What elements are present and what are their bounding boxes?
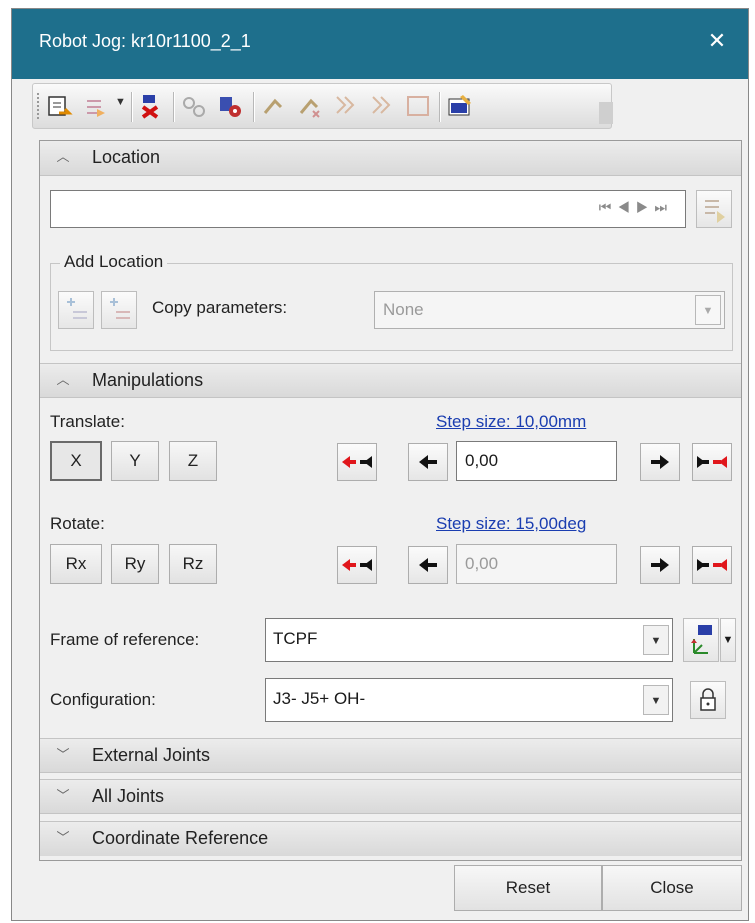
rotate-value: 0,00 [465, 554, 499, 573]
frame-of-reference-value: TCPF [273, 629, 318, 648]
rotate-step-negative-button[interactable] [408, 546, 448, 584]
arrow-left-icon [419, 558, 437, 572]
marker-icon [259, 91, 289, 121]
teach-location-icon[interactable] [81, 91, 111, 121]
translate-jog-positive-button[interactable] [692, 443, 732, 481]
main-panel: ︿ Location ⏮◀▶⏭ Add Location Copy parame… [39, 140, 742, 861]
all-joints-section-header[interactable]: ﹀ All Joints [40, 779, 741, 814]
arrow-right-icon [651, 455, 669, 469]
prev-location-icon[interactable]: ◀ [617, 199, 636, 215]
double-arrow-right-icon [697, 559, 727, 571]
copy-parameters-value: None [383, 300, 424, 319]
rotate-label: Rotate: [50, 514, 105, 533]
next-location-icon[interactable]: ▶ [636, 199, 655, 215]
coordinate-reference-label: Coordinate Reference [92, 828, 269, 848]
double-arrow-left-icon [342, 559, 372, 571]
translate-y-button[interactable]: Y [111, 441, 159, 481]
double-arrow-left-icon [342, 456, 372, 468]
reset-button[interactable]: Reset [454, 865, 602, 911]
frame-of-reference-select[interactable]: TCPF ▼ [265, 618, 673, 662]
add-location-icon[interactable] [45, 91, 75, 121]
close-button[interactable]: Close [602, 865, 742, 911]
rotate-step-size-link[interactable]: Step size: 15,00deg [436, 514, 586, 534]
chevron-down-icon[interactable]: ▼ [643, 625, 669, 655]
frame-of-reference-label: Frame of reference: [50, 630, 200, 649]
toolbar-grip[interactable] [37, 93, 42, 119]
marker-delete-icon [295, 91, 325, 121]
close-icon[interactable]: ✕ [700, 24, 734, 58]
configuration-label: Configuration: [50, 690, 156, 709]
location-action-icon [696, 190, 732, 228]
manipulations-section-header[interactable]: ︿ Manipulations [40, 363, 741, 398]
chevron-down-icon: ▼ [695, 295, 721, 325]
manipulations-header-label: Manipulations [92, 370, 204, 390]
lock-icon[interactable] [690, 681, 726, 719]
location-header-label: Location [92, 147, 161, 167]
translate-step-negative-button[interactable] [408, 443, 448, 481]
location-field[interactable]: ⏮◀▶⏭ [50, 190, 686, 228]
window-title: Robot Jog: kr10r1100_2_1 [39, 31, 251, 51]
translate-jog-negative-button[interactable] [337, 443, 377, 481]
add-location-after-icon [101, 291, 137, 329]
translate-step-positive-button[interactable] [640, 443, 680, 481]
last-location-icon[interactable]: ⏭ [654, 199, 673, 215]
chevron-down-icon[interactable]: ﹀ [54, 829, 72, 847]
frame-picker-dropdown-icon[interactable]: ▼ [720, 618, 736, 662]
translate-x-button[interactable]: X [50, 441, 102, 481]
all-joints-label: All Joints [92, 786, 165, 806]
title-bar: Robot Jog: kr10r1100_2_1 ✕ [12, 9, 748, 79]
rotate-ry-button[interactable]: Ry [111, 544, 159, 584]
arrow-left-icon [419, 455, 437, 469]
robot-gear-icon[interactable] [215, 91, 245, 121]
teach-dropdown-icon[interactable]: ▼ [115, 96, 126, 108]
translate-z-button[interactable]: Z [169, 441, 217, 481]
toolbar: ▼ [32, 83, 613, 129]
path-delete-icon [367, 91, 397, 121]
chevron-down-icon[interactable]: ﹀ [54, 746, 72, 764]
path-icon [331, 91, 361, 121]
frame-picker-icon[interactable] [683, 618, 719, 662]
configuration-select[interactable]: J3- J5+ OH- ▼ [265, 678, 673, 722]
first-location-icon[interactable]: ⏮ [599, 199, 618, 215]
rotate-value-input: 0,00 [456, 544, 617, 584]
robot-jog-window: Robot Jog: kr10r1100_2_1 ✕ ▼ ︿ Location … [11, 8, 749, 921]
rotate-jog-negative-button[interactable] [337, 546, 377, 584]
rotate-step-positive-button[interactable] [640, 546, 680, 584]
rotate-rx-button[interactable]: Rx [50, 544, 102, 584]
rotate-jog-positive-button[interactable] [692, 546, 732, 584]
arrow-right-icon [651, 558, 669, 572]
translate-value: 0,00 [465, 451, 499, 470]
frame-icon [403, 91, 433, 121]
rotate-rz-button[interactable]: Rz [169, 544, 217, 584]
copy-parameters-select: None ▼ [374, 291, 725, 329]
clone-icon [179, 91, 209, 121]
coordinate-reference-section-header[interactable]: ﹀ Coordinate Reference [40, 821, 741, 856]
chevron-up-icon[interactable]: ︿ [54, 148, 72, 166]
double-arrow-right-icon [697, 456, 727, 468]
external-joints-label: External Joints [92, 745, 211, 765]
chevron-up-icon[interactable]: ︿ [54, 371, 72, 389]
chevron-down-icon[interactable]: ﹀ [54, 787, 72, 805]
location-section-header[interactable]: ︿ Location [40, 141, 741, 176]
properties-icon[interactable] [445, 91, 475, 121]
add-location-before-icon [58, 291, 94, 329]
translate-value-input[interactable]: 0,00 [456, 441, 617, 481]
delete-location-icon[interactable] [137, 91, 167, 121]
external-joints-section-header[interactable]: ﹀ External Joints [40, 738, 741, 773]
toolbar-overflow-icon[interactable] [599, 102, 613, 124]
copy-parameters-label: Copy parameters: [152, 298, 288, 317]
chevron-down-icon[interactable]: ▼ [643, 685, 669, 715]
add-location-title: Add Location [60, 252, 168, 272]
translate-label: Translate: [50, 412, 125, 431]
configuration-value: J3- J5+ OH- [273, 689, 366, 708]
translate-step-size-link[interactable]: Step size: 10,00mm [436, 412, 586, 432]
